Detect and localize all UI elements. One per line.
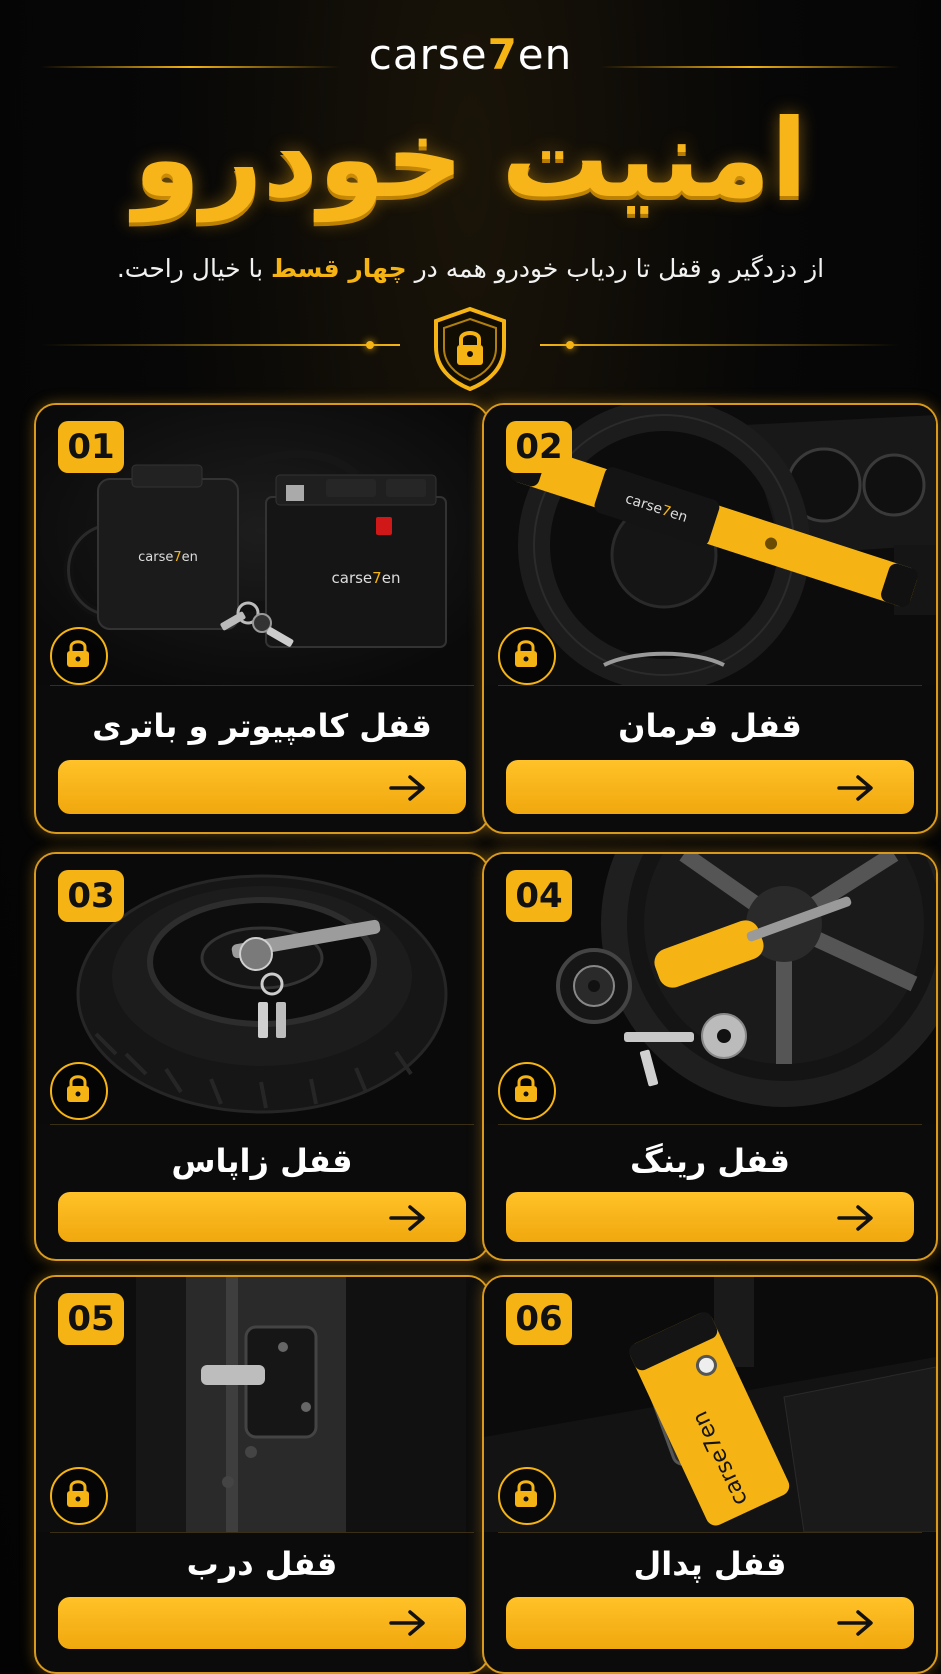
card-number-badge: 03 [58, 870, 124, 922]
card-title: قفل کامپیوتر و باتری [92, 707, 432, 745]
lock-icon [498, 1467, 556, 1525]
page-title: امنیت خودرو [133, 97, 808, 222]
card-separator [498, 1124, 922, 1125]
product-card-06[interactable]: carse7en 06 قفل پدال [482, 1275, 938, 1674]
arrow-right-icon [837, 1610, 873, 1636]
card-title: قفل رینگ [630, 1142, 790, 1180]
arrow-right-icon [389, 1610, 425, 1636]
card-03-arrow-button[interactable] [58, 1192, 466, 1242]
arrow-right-icon [837, 775, 873, 801]
product-card-03[interactable]: 03 قفل زاپاس [34, 852, 490, 1261]
divider-dot [366, 341, 374, 349]
subtitle-highlight: چهار قسط [271, 254, 407, 283]
logo-row: carse7en [0, 30, 941, 86]
shield-lock-icon [434, 306, 506, 391]
card-title: قفل پدال [633, 1545, 787, 1583]
card-separator [50, 685, 474, 686]
svg-text:carse7en: carse7en [332, 569, 401, 587]
lock-icon [50, 1467, 108, 1525]
lock-icon [498, 1062, 556, 1120]
card-number-badge: 01 [58, 421, 124, 473]
card-02-arrow-button[interactable] [506, 760, 914, 814]
card-number-badge: 05 [58, 1293, 124, 1345]
card-05-arrow-button[interactable] [58, 1597, 466, 1649]
product-card-04[interactable]: 04 قفل رینگ [482, 852, 938, 1261]
card-number-badge: 02 [506, 421, 572, 473]
lock-icon [50, 627, 108, 685]
card-separator [50, 1532, 474, 1533]
card-06-arrow-button[interactable] [506, 1597, 914, 1649]
card-title: قفل فرمان [618, 707, 802, 745]
svg-text:carse7en: carse7en [138, 550, 198, 565]
card-title: قفل زاپاس [171, 1142, 353, 1180]
divider-right [540, 344, 900, 346]
card-01-arrow-button[interactable] [58, 760, 466, 814]
arrow-right-icon [389, 1205, 425, 1231]
lock-icon [50, 1062, 108, 1120]
product-card-01[interactable]: carse7en carse7en 01 قفل کامپیوتر و باتر… [34, 403, 490, 834]
card-separator [50, 1124, 474, 1125]
card-04-arrow-button[interactable] [506, 1192, 914, 1242]
brand-logo: carse7en [368, 30, 573, 79]
page: carse7en امنیت خودرو از دزدگیر و قفل تا … [0, 0, 941, 1674]
card-title: قفل درب [186, 1545, 338, 1583]
divider-left [40, 344, 400, 346]
page-subtitle: از دزدگیر و قفل تا ردیاب خودرو همه در چه… [116, 254, 825, 283]
product-card-02[interactable]: carse7en 02 قفل فرمان [482, 403, 938, 834]
arrow-right-icon [837, 1205, 873, 1231]
card-number-badge: 04 [506, 870, 572, 922]
card-separator [498, 685, 922, 686]
product-card-05[interactable]: 05 قفل درب [34, 1275, 490, 1674]
arrow-right-icon [389, 775, 425, 801]
card-number-badge: 06 [506, 1293, 572, 1345]
card-separator [498, 1532, 922, 1533]
lock-icon [498, 627, 556, 685]
divider-dot [566, 341, 574, 349]
